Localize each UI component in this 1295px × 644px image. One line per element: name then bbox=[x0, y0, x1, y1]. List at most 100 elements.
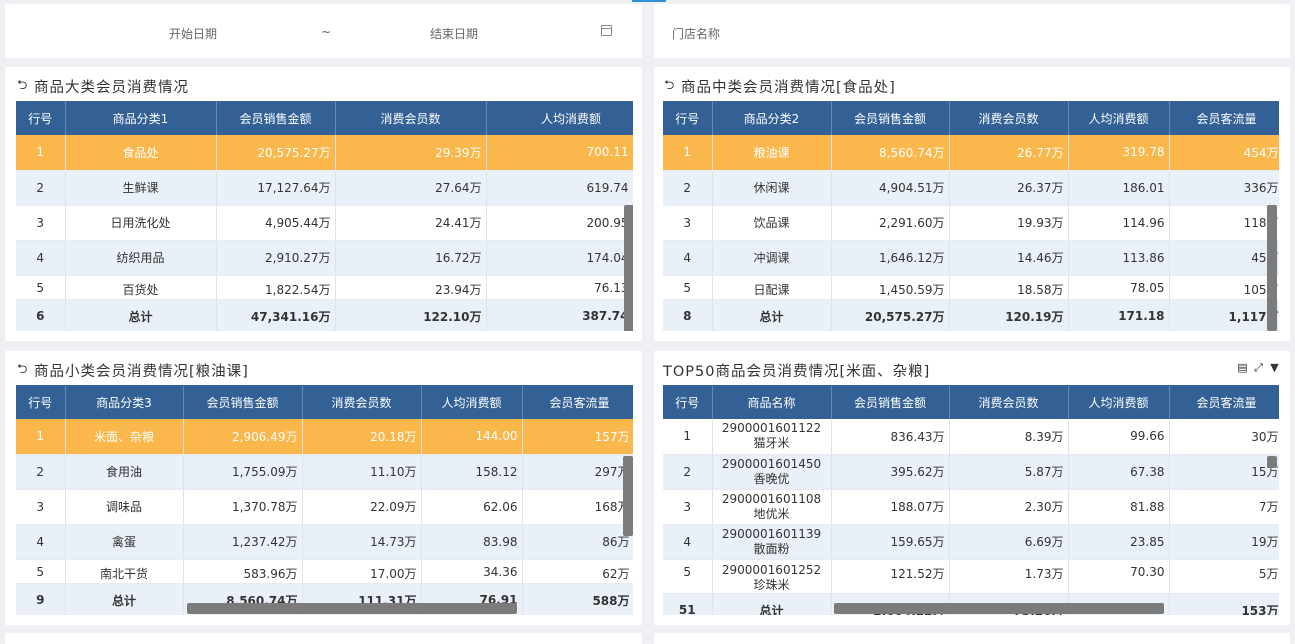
table-row[interactable]: 5 南北干货 583.96万 17.00万 34.36 62万 bbox=[16, 559, 633, 584]
table-row[interactable]: 5 百货处 1,822.54万 23.94万 76.13 bbox=[16, 275, 633, 300]
column-header[interactable]: 消费会员数 bbox=[302, 385, 422, 419]
drill-back-icon[interactable]: ⮌ bbox=[664, 79, 676, 92]
cell: 4 bbox=[16, 524, 66, 560]
drill-back-icon[interactable]: ⮌ bbox=[17, 363, 29, 376]
column-header[interactable]: 商品分类3 bbox=[65, 385, 184, 419]
column-header[interactable]: 商品分类2 bbox=[712, 101, 832, 135]
table-row[interactable]: 2 2900001601450香晚优 395.62万 5.87万 67.38 1… bbox=[663, 454, 1279, 490]
column-header[interactable]: 人均消费额 bbox=[421, 385, 523, 419]
cell: 6 bbox=[16, 299, 66, 331]
cell: 4,904.51万 bbox=[831, 170, 950, 206]
end-date-input[interactable]: 结束日期 bbox=[430, 25, 478, 42]
table-row[interactable]: 2 食用油 1,755.09万 11.10万 158.12 297万 bbox=[16, 454, 633, 490]
vertical-scrollbar[interactable] bbox=[623, 456, 633, 536]
cell: 588万 bbox=[522, 583, 633, 615]
horizontal-scrollbar[interactable] bbox=[834, 603, 1164, 614]
column-header[interactable]: 人均消费额 bbox=[1068, 385, 1170, 419]
cell: 2 bbox=[663, 454, 713, 490]
table-row[interactable]: 3 调味品 1,370.78万 22.09万 62.06 168万 bbox=[16, 489, 633, 525]
table-row[interactable]: 2 生鲜课 17,127.64万 27.64万 619.74 bbox=[16, 170, 633, 206]
filter-icon[interactable]: ▼ bbox=[1269, 362, 1280, 373]
table-row[interactable]: 5 日配课 1,450.59万 18.58万 78.05 105万 bbox=[663, 275, 1279, 300]
cell: 19万 bbox=[1169, 524, 1279, 560]
cell: 2,906.49万 bbox=[183, 419, 303, 455]
table-row[interactable]: 4 禽蛋 1,237.42万 14.73万 83.98 86万 bbox=[16, 524, 633, 560]
cell: 319.78 bbox=[1068, 135, 1170, 171]
cell: 51 bbox=[663, 593, 713, 615]
column-header[interactable]: 会员客流量 bbox=[522, 385, 633, 419]
column-header[interactable]: 会员客流量 bbox=[1169, 385, 1279, 419]
cell: 395.62万 bbox=[831, 454, 950, 490]
vertical-scrollbar[interactable] bbox=[624, 205, 633, 331]
data-table: 行号 商品名称 会员销售金额 消费会员数 人均消费额 会员客流量 1 29000… bbox=[663, 385, 1279, 615]
table-row[interactable]: 1 粮油课 8,560.74万 26.77万 319.78 454万 bbox=[663, 135, 1279, 171]
cell: 157万 bbox=[522, 419, 633, 455]
vertical-scrollbar[interactable] bbox=[1267, 205, 1277, 331]
table-row[interactable]: 1 2900001601122猫牙米 836.43万 8.39万 99.66 3… bbox=[663, 419, 1279, 455]
column-header[interactable]: 人均消费额 bbox=[486, 101, 633, 135]
column-header[interactable]: 人均消费额 bbox=[1068, 101, 1170, 135]
table-row[interactable]: 2 休闲课 4,904.51万 26.37万 186.01 336万 bbox=[663, 170, 1279, 206]
column-header[interactable]: 消费会员数 bbox=[335, 101, 487, 135]
cell: 22.09万 bbox=[302, 489, 422, 525]
calendar-icon[interactable] bbox=[601, 25, 612, 36]
column-header[interactable]: 会员销售金额 bbox=[183, 385, 303, 419]
cell: 336万 bbox=[1169, 170, 1279, 206]
column-header[interactable]: 消费会员数 bbox=[949, 101, 1069, 135]
cell: 5 bbox=[663, 275, 713, 300]
column-header[interactable]: 会员销售金额 bbox=[216, 101, 336, 135]
cell: 2,910.27万 bbox=[216, 240, 336, 276]
cell: 禽蛋 bbox=[65, 524, 184, 560]
cell: 5万 bbox=[1169, 559, 1279, 594]
drill-back-icon[interactable]: ⮌ bbox=[17, 79, 29, 92]
cell: 30万 bbox=[1169, 419, 1279, 455]
cell: 34.36 bbox=[421, 559, 523, 584]
cell: 23.94万 bbox=[335, 275, 487, 300]
column-header[interactable]: 商品分类1 bbox=[65, 101, 217, 135]
cell: 5 bbox=[663, 559, 713, 594]
table-row[interactable]: 1 米面、杂粮 2,906.49万 20.18万 144.00 157万 bbox=[16, 419, 633, 455]
table-row[interactable]: 5 2900001601252珍珠米 121.52万 1.73万 70.30 5… bbox=[663, 559, 1279, 594]
date-range-filter[interactable]: 开始日期 ~ 结束日期 bbox=[5, 4, 642, 58]
table-row[interactable]: 4 纺织用品 2,910.27万 16.72万 174.04 bbox=[16, 240, 633, 276]
cell: 454万 bbox=[1169, 135, 1279, 171]
cell: 186.01 bbox=[1068, 170, 1170, 206]
table-view-icon[interactable]: ▤ bbox=[1237, 362, 1248, 373]
table-row[interactable]: 3 日用洗化处 4,905.44万 24.41万 200.95 bbox=[16, 205, 633, 241]
column-header[interactable]: 会员销售金额 bbox=[831, 385, 950, 419]
table-row[interactable]: 4 冲调课 1,646.12万 14.46万 113.86 45万 bbox=[663, 240, 1279, 276]
column-header[interactable]: 商品名称 bbox=[712, 385, 832, 419]
vertical-scrollbar[interactable] bbox=[1267, 456, 1277, 468]
data-table: 行号 商品分类2 会员销售金额 消费会员数 人均消费额 会员客流量 1 粮油课 … bbox=[663, 101, 1279, 331]
expand-icon[interactable]: ⤢ bbox=[1253, 362, 1264, 373]
column-header[interactable]: 行号 bbox=[663, 385, 713, 419]
cell: 86万 bbox=[522, 524, 633, 560]
cell: 83.98 bbox=[421, 524, 523, 560]
cell: 17,127.64万 bbox=[216, 170, 336, 206]
column-header[interactable]: 会员销售金额 bbox=[831, 101, 950, 135]
cell: 1,117万 bbox=[1169, 299, 1279, 331]
cell: 158.12 bbox=[421, 454, 523, 490]
table-row[interactable]: 3 饮品课 2,291.60万 19.93万 114.96 118万 bbox=[663, 205, 1279, 241]
table-row[interactable]: 4 2900001601139散面粉 159.65万 6.69万 23.85 1… bbox=[663, 524, 1279, 560]
table-row[interactable]: 1 食品处 20,575.27万 29.39万 700.11 bbox=[16, 135, 633, 171]
cell: 南北干货 bbox=[65, 559, 184, 584]
cell: 1 bbox=[16, 135, 66, 171]
cell: 62万 bbox=[522, 559, 633, 584]
cell: 总计 bbox=[712, 593, 832, 615]
cell: 1,822.54万 bbox=[216, 275, 336, 300]
horizontal-scrollbar[interactable] bbox=[187, 603, 517, 614]
start-date-input[interactable]: 开始日期 bbox=[169, 25, 217, 42]
store-filter[interactable]: 门店名称 bbox=[654, 4, 1290, 58]
cell: 5.87万 bbox=[949, 454, 1069, 490]
column-header[interactable]: 行号 bbox=[663, 101, 713, 135]
column-header[interactable]: 行号 bbox=[16, 385, 66, 419]
column-header[interactable]: 行号 bbox=[16, 101, 66, 135]
table-row[interactable]: 3 2900001601108地优米 188.07万 2.30万 81.88 7… bbox=[663, 489, 1279, 525]
cell: 120.19万 bbox=[949, 299, 1069, 331]
column-header[interactable]: 消费会员数 bbox=[949, 385, 1069, 419]
column-header[interactable]: 会员客流量 bbox=[1169, 101, 1279, 135]
panel-title-text: TOP50商品会员消费情况[米面、杂粮] bbox=[663, 363, 931, 380]
cell: 4,905.44万 bbox=[216, 205, 336, 241]
store-name-input[interactable]: 门店名称 bbox=[672, 25, 720, 42]
